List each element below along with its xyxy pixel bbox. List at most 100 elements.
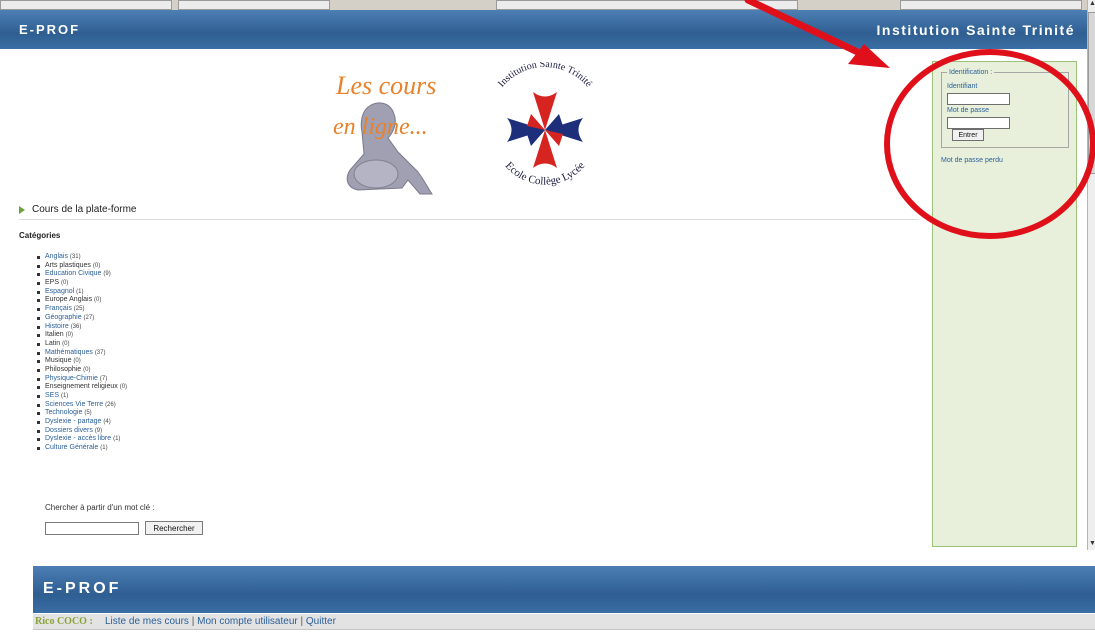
category-name[interactable]: Culture Générale <box>45 444 98 451</box>
bullet-icon <box>37 282 40 286</box>
password-field[interactable] <box>947 117 1010 129</box>
category-count: (7) <box>99 375 108 382</box>
category-name: EPS <box>45 279 60 287</box>
institution-name: Institution Sainte Trinité <box>876 22 1075 38</box>
category-name[interactable]: Education Civique <box>45 270 101 277</box>
scroll-up-icon[interactable]: ▲ <box>1089 0 1095 7</box>
category-count: (0) <box>94 297 102 304</box>
category-count: (0) <box>65 332 73 339</box>
category-name[interactable]: Sciences Vie Terre <box>45 401 103 408</box>
category-item[interactable]: Sciences Vie Terre (26) <box>37 401 127 410</box>
scroll-down-icon[interactable]: ▼ <box>1089 540 1095 547</box>
category-count: (0) <box>73 358 81 365</box>
search-label: Chercher à partir d'un mot clé : <box>45 503 155 512</box>
bullet-icon <box>37 438 40 442</box>
category-count: (36) <box>70 323 82 330</box>
category-count: (0) <box>83 366 91 373</box>
category-count: (9) <box>94 427 103 434</box>
forgot-password-link[interactable]: Mot de passe perdu <box>941 157 1003 164</box>
category-item[interactable]: Dyslexie - accès libre (1) <box>37 435 127 444</box>
category-item: Musique (0) <box>37 357 127 366</box>
category-item[interactable]: Anglais (31) <box>37 253 127 262</box>
category-name: Enseignement religieux <box>45 383 118 391</box>
bullet-icon <box>37 308 40 312</box>
user-links: Liste de mes cours | Mon compte utilisat… <box>105 616 336 627</box>
category-name[interactable]: Français <box>45 305 72 312</box>
username-field[interactable] <box>947 93 1010 105</box>
category-name[interactable]: Histoire <box>45 323 69 330</box>
password-label: Mot de passe <box>947 107 990 114</box>
category-name: Arts plastiques <box>45 261 91 269</box>
category-item[interactable]: Espagnol (1) <box>37 288 127 297</box>
site-brand[interactable]: E-PROF <box>19 22 80 37</box>
bullet-icon <box>37 368 40 372</box>
category-name[interactable]: Technologie <box>45 409 82 416</box>
category-name[interactable]: Espagnol <box>45 288 74 295</box>
category-count: (1) <box>76 288 84 295</box>
category-name[interactable]: Géographie <box>45 314 82 321</box>
category-name[interactable]: Dyslexie - partage <box>45 418 101 425</box>
categories-title: Catégories <box>19 231 61 240</box>
bullet-icon <box>37 351 40 355</box>
login-submit-button[interactable]: Entrer <box>952 129 984 141</box>
category-item[interactable]: Dyslexie - partage (4) <box>37 418 127 427</box>
bullet-icon <box>37 316 40 320</box>
page-scrollbar[interactable]: ▲ ▼ <box>1087 0 1095 550</box>
category-item: Enseignement religieux (0) <box>37 383 127 392</box>
category-item[interactable]: Français (25) <box>37 305 127 314</box>
category-name[interactable]: Dyslexie - accès libre <box>45 435 111 442</box>
my-courses-link[interactable]: Liste de mes cours <box>105 616 189 627</box>
bullet-icon <box>37 386 40 390</box>
toolbar-segment <box>178 0 330 10</box>
user-name: Rico COCO : <box>35 616 93 627</box>
category-item: EPS (0) <box>37 279 127 288</box>
category-item[interactable]: Mathématiques (37) <box>37 349 127 358</box>
courses-section-header: Cours de la plate-forme <box>19 204 919 220</box>
bullet-icon <box>37 299 40 303</box>
category-item: Europe Anglais (0) <box>37 296 127 305</box>
second-site-brand[interactable]: E-PROF <box>43 580 121 598</box>
category-count: (1) <box>100 445 108 452</box>
login-legend: Identification : <box>947 69 995 76</box>
bullet-icon <box>37 256 40 259</box>
my-account-link[interactable]: Mon compte utilisateur <box>197 616 298 627</box>
category-item: Arts plastiques (0) <box>37 262 127 271</box>
category-list: Anglais (31) Arts plastiques (0) Education… <box>37 253 127 453</box>
category-item: Philosophie (0) <box>37 366 127 375</box>
bullet-icon <box>37 325 40 329</box>
category-item[interactable]: Géographie (27) <box>37 314 127 323</box>
bullet-icon <box>37 334 40 338</box>
category-count: (26) <box>105 401 116 408</box>
category-name[interactable]: Mathématiques <box>45 349 93 356</box>
category-count: (31) <box>69 254 81 260</box>
category-item[interactable]: Dossiers divers (9) <box>37 427 127 436</box>
category-name: Italien <box>45 331 64 339</box>
category-item[interactable]: Histoire (36) <box>37 323 127 332</box>
scroll-thumb[interactable] <box>1088 12 1095 174</box>
category-item[interactable]: SES (1) <box>37 392 127 401</box>
bullet-icon <box>37 412 40 416</box>
category-name[interactable]: SES <box>45 392 59 399</box>
site-header: E-PROF Institution Sainte Trinité <box>0 10 1087 49</box>
category-count: (1) <box>113 436 121 443</box>
category-item[interactable]: Culture Générale (1) <box>37 444 127 453</box>
bullet-icon <box>37 395 40 398</box>
site-logo: Les cours en ligne... Institution Sainte… <box>328 62 620 196</box>
category-item[interactable]: Technologie (5) <box>37 409 127 418</box>
category-name: Latin <box>45 339 61 347</box>
search-button[interactable]: Rechercher <box>145 521 203 535</box>
bullet-icon <box>37 377 40 381</box>
category-name[interactable]: Dossiers divers <box>45 427 93 434</box>
category-name: Europe Anglais <box>45 296 93 304</box>
category-name[interactable]: Physique-Chimie <box>45 375 98 382</box>
category-item[interactable]: Physique-Chimie (7) <box>37 375 127 384</box>
bullet-icon <box>37 403 40 407</box>
category-count: (4) <box>103 419 111 426</box>
category-item[interactable]: Education Civique (9) <box>37 270 127 279</box>
search-input[interactable] <box>45 522 139 535</box>
category-count: (0) <box>92 262 101 269</box>
logout-link[interactable]: Quitter <box>306 616 336 627</box>
bullet-icon <box>37 429 40 433</box>
category-name[interactable]: Anglais <box>45 253 68 260</box>
bullet-icon <box>37 290 40 294</box>
